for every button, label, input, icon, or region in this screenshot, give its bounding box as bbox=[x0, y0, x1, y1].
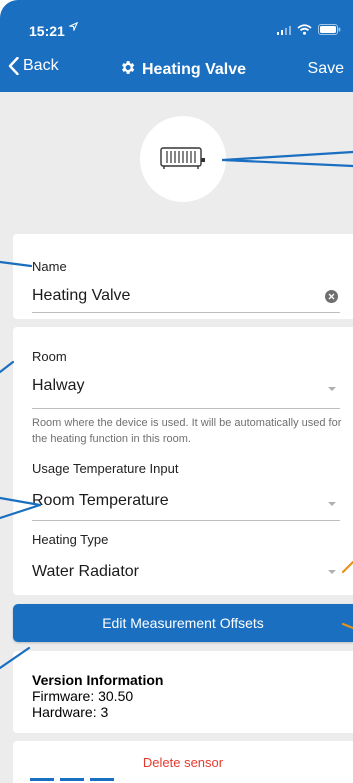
room-select[interactable]: Halway bbox=[13, 371, 353, 407]
hardware-text: Hardware: 3 bbox=[32, 704, 109, 720]
back-button[interactable]: Back bbox=[8, 57, 59, 75]
heating-type-select[interactable]: Water Radiator bbox=[13, 556, 353, 592]
edit-offsets-button[interactable]: Edit Measurement Offsets bbox=[13, 604, 353, 642]
firmware-text: Firmware: 30.50 bbox=[32, 688, 134, 704]
radiator-icon bbox=[160, 144, 206, 175]
wifi-icon bbox=[297, 24, 312, 35]
version-title: Version Information bbox=[32, 672, 164, 688]
back-label: Back bbox=[23, 57, 59, 74]
page-title-text: Heating Valve bbox=[142, 61, 247, 78]
heating-type-label: Heating Type bbox=[32, 532, 109, 547]
app-screen: 15:21 Back Heating Valve Save Name Heati… bbox=[0, 0, 353, 783]
name-card: Name Heating Valve bbox=[13, 234, 353, 319]
tab-bar-edge bbox=[30, 778, 114, 781]
page-title: Heating Valve bbox=[119, 59, 246, 81]
room-underline bbox=[32, 408, 340, 409]
app-header: 15:21 Back Heating Valve Save bbox=[0, 0, 353, 92]
status-bar: 15:21 bbox=[0, 0, 353, 46]
callout-device-image bbox=[221, 150, 353, 162]
callout-device-image-2 bbox=[221, 158, 353, 168]
location-arrow-icon bbox=[67, 21, 79, 34]
name-label: Name bbox=[32, 259, 67, 274]
chevron-down-icon bbox=[328, 570, 336, 574]
usage-underline bbox=[32, 520, 340, 521]
usage-value: Room Temperature bbox=[32, 492, 169, 509]
clear-icon[interactable] bbox=[325, 290, 338, 303]
chevron-down-icon bbox=[328, 387, 336, 391]
status-icons bbox=[277, 24, 341, 35]
delete-sensor-button[interactable]: Delete sensor bbox=[13, 741, 353, 783]
name-underline bbox=[32, 312, 340, 313]
chevron-left-icon bbox=[8, 57, 19, 75]
room-value: Halway bbox=[32, 377, 85, 394]
usage-label: Usage Temperature Input bbox=[32, 461, 179, 476]
heating-type-value: Water Radiator bbox=[32, 563, 139, 580]
nav-bar: Back Heating Valve Save bbox=[0, 57, 353, 85]
version-card: Version Information Firmware: 30.50 Hard… bbox=[13, 651, 353, 733]
status-time: 15:21 bbox=[29, 23, 65, 39]
chevron-down-icon bbox=[328, 502, 336, 506]
callout-room bbox=[0, 360, 15, 374]
device-image bbox=[140, 116, 226, 202]
cellular-signal-icon bbox=[277, 25, 291, 35]
gear-icon bbox=[119, 59, 136, 81]
usage-select[interactable]: Room Temperature bbox=[13, 485, 353, 521]
save-button[interactable]: Save bbox=[308, 60, 344, 78]
room-card: Room Halway Room where the device is use… bbox=[13, 327, 353, 595]
room-label: Room bbox=[32, 349, 67, 364]
name-input[interactable]: Heating Valve bbox=[32, 287, 130, 305]
battery-icon bbox=[318, 24, 341, 35]
room-hint: Room where the device is used. It will b… bbox=[32, 417, 342, 445]
